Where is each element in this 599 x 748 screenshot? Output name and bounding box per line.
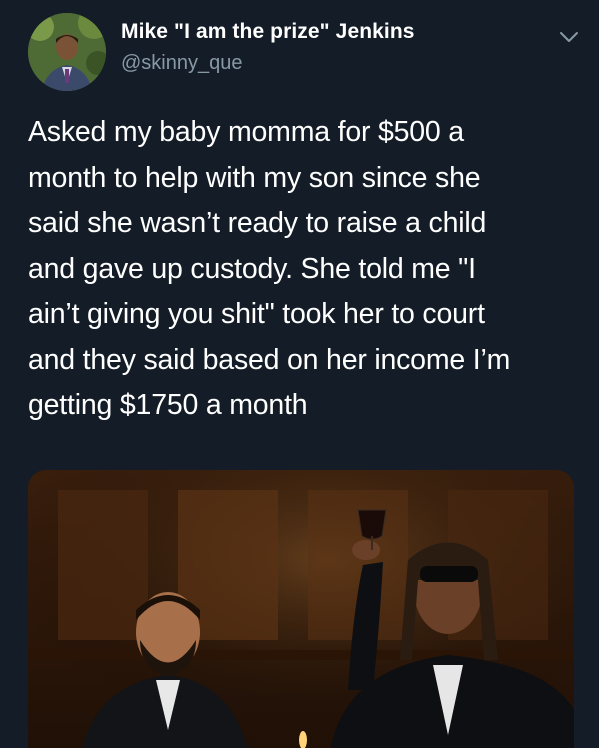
tweet-text-line: getting $1750 a month <box>28 389 308 421</box>
tweet-text: Asked my baby momma for $500 a month to … <box>28 110 588 429</box>
tweet-media-image[interactable] <box>28 470 574 748</box>
profile-photo-icon <box>28 13 106 91</box>
tweet-text-line: month to help with my son since she <box>28 161 481 194</box>
meme-photo-icon <box>28 470 574 748</box>
author-handle[interactable]: @skinny_que <box>121 52 242 75</box>
author-avatar[interactable] <box>28 13 106 91</box>
tweet-text-line: and they said based on her income I’m <box>28 343 511 376</box>
tweet-text-line: ain’t giving you shit" took her to court <box>28 298 485 330</box>
tweet-card: Mike "I am the prize" Jenkins @skinny_qu… <box>0 0 599 748</box>
tweet-menu-button[interactable] <box>557 28 581 46</box>
chevron-down-icon <box>560 32 578 42</box>
tweet-text-line: Asked my baby momma for $500 a <box>28 116 464 148</box>
author-display-name[interactable]: Mike "I am the prize" Jenkins <box>121 20 415 44</box>
tweet-text-line: and gave up custody. She told me "I <box>28 252 476 285</box>
tweet-text-line: said she wasn’t ready to raise a child <box>28 207 487 239</box>
